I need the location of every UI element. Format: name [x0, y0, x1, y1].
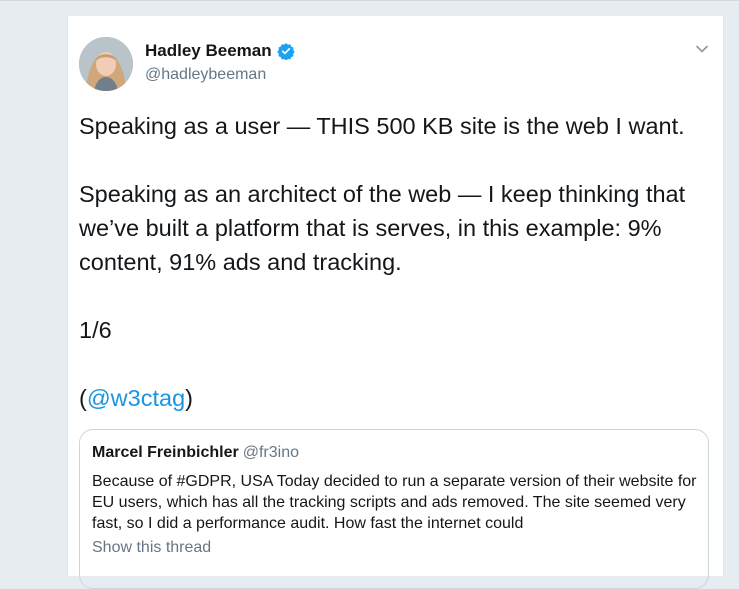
quoted-author-handle: @fr3ino	[242, 444, 299, 461]
author-handle[interactable]: @hadleybeeman	[145, 66, 266, 84]
mention-line: (@w3ctag)	[79, 381, 709, 415]
paren-close: )	[185, 385, 193, 411]
avatar-photo	[79, 37, 133, 91]
tweet-paragraph: Speaking as a user — THIS 500 KB site is…	[79, 113, 685, 139]
author-name-label: Hadley Beeman	[145, 41, 272, 60]
verified-badge-icon	[276, 43, 295, 60]
quoted-author-name: Marcel Freinbichler	[92, 444, 239, 461]
quoted-tweet-text: Because of #GDPR, USA Today decided to r…	[92, 473, 697, 532]
chevron-down-icon[interactable]	[695, 42, 709, 56]
mention-link[interactable]: @w3ctag	[87, 385, 185, 411]
tweet-paragraph: Speaking as an architect of the web — I …	[79, 181, 686, 275]
show-thread-link[interactable]: Show this thread	[92, 539, 211, 557]
avatar[interactable]	[79, 37, 133, 91]
author-name[interactable]: Hadley Beeman	[145, 41, 295, 61]
tweet-text: Speaking as a user — THIS 500 KB site is…	[79, 109, 709, 415]
quoted-tweet[interactable]: Marcel Freinbichler @fr3ino Because of #G…	[79, 429, 709, 589]
quoted-tweet-header: Marcel Freinbichler @fr3ino	[92, 444, 299, 462]
tweet-paragraph: 1/6	[79, 317, 112, 343]
tweet-card: Hadley Beeman @hadleybeeman Speaking as …	[67, 16, 724, 589]
paren-open: (	[79, 385, 87, 411]
